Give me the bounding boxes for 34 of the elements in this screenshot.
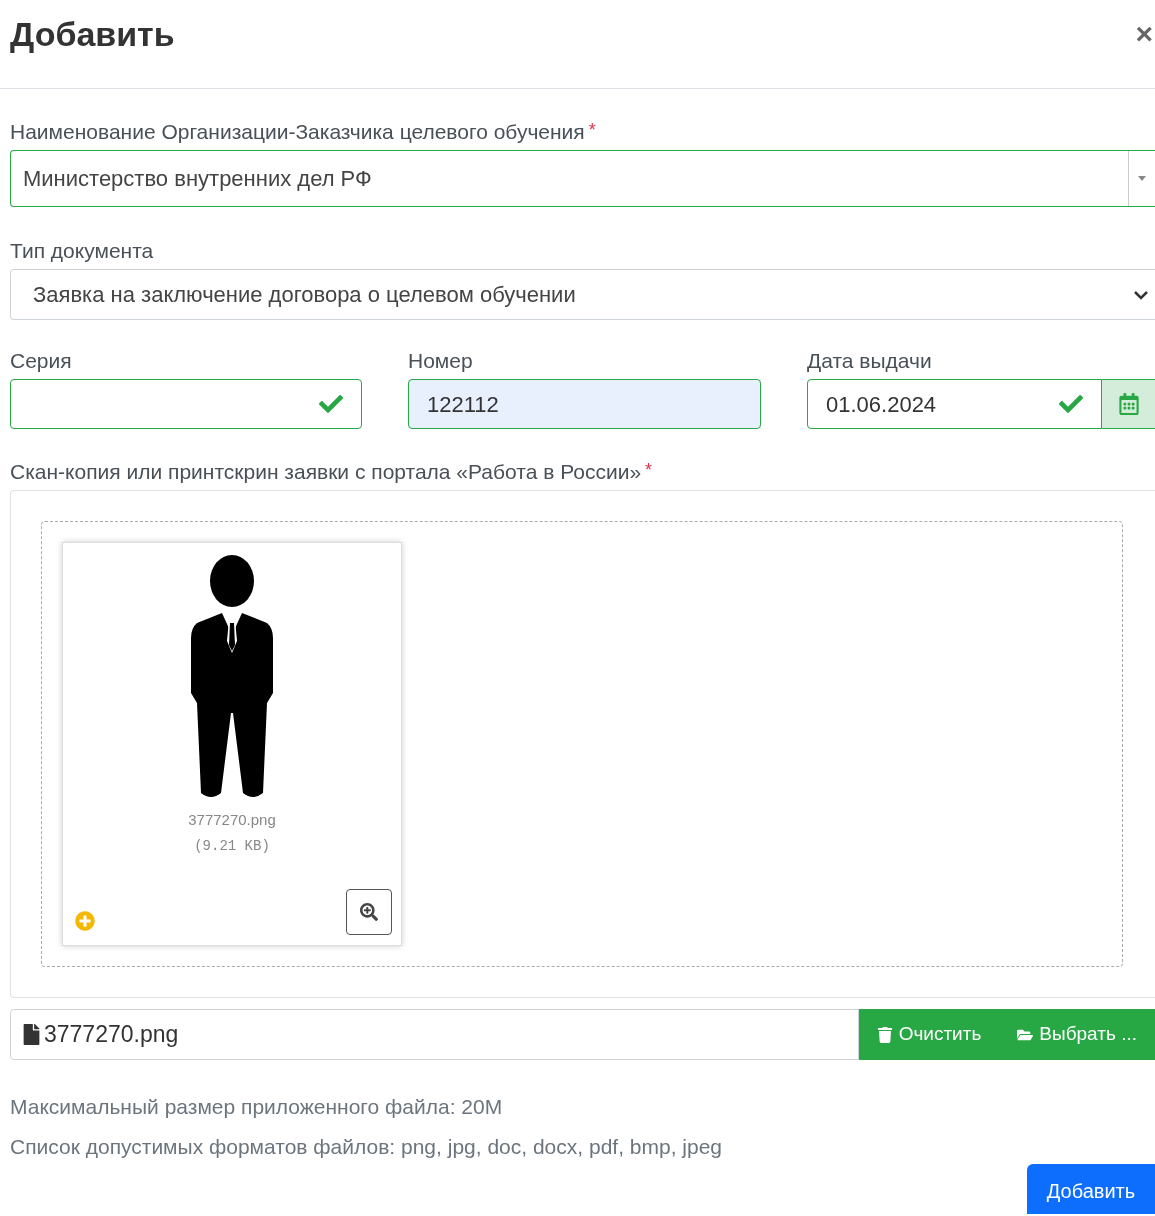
caret-icon [1138,176,1146,181]
drop-zone[interactable]: 3777270.png (9.21 KB) [41,521,1123,967]
hint-text: Максимальный размер приложенного файла: 20M [10,1094,504,1120]
check-icon [1059,392,1083,416]
calendar-button[interactable] [1102,379,1155,429]
plus-icon [75,911,95,931]
dialog-title: Добавить [10,13,175,55]
zoom-button[interactable] [346,889,392,935]
field-label: Наименование Организации-Заказчика целевого обучения [10,121,585,142]
required-mark: * [645,461,653,479]
date-field[interactable]: 01.06.2024 [807,379,1102,429]
file-name: 3777270.png [44,1020,179,1050]
preview-filename: 3777270.png [188,810,276,830]
field-label: Номер [408,350,473,371]
calendar-icon [1118,393,1140,415]
submit-button[interactable]: Добавить [1027,1164,1155,1214]
check-icon [319,392,343,416]
input-field[interactable]: 122112 [408,379,761,429]
file-icon [23,1024,40,1045]
close-button[interactable]: × [1135,19,1153,49]
trash-icon [876,1026,893,1043]
select-field[interactable]: Министерство внутренних дел РФ [10,150,1155,207]
zoom-in-icon [360,903,378,921]
field-label: Серия [10,350,72,371]
field-label: Тип документа [10,240,154,261]
required-mark: * [588,121,596,139]
chevron-down-icon [1133,289,1149,300]
select-field[interactable]: Заявка на заключение договора о целевом обучении [10,269,1155,320]
file-name-field[interactable]: 3777270.png [10,1009,859,1060]
preview-filesize: (9.21 KB) [194,836,270,856]
field-label: Дата выдачи [807,350,932,371]
input-field[interactable] [10,379,362,429]
field-label: Скан-копия или принтскрин заявки с портала «Работа в России» [10,461,642,482]
hint-text: Список допустимых форматов файлов: png, jpg, doc, docx, pdf, bmp, jpeg [10,1134,724,1160]
